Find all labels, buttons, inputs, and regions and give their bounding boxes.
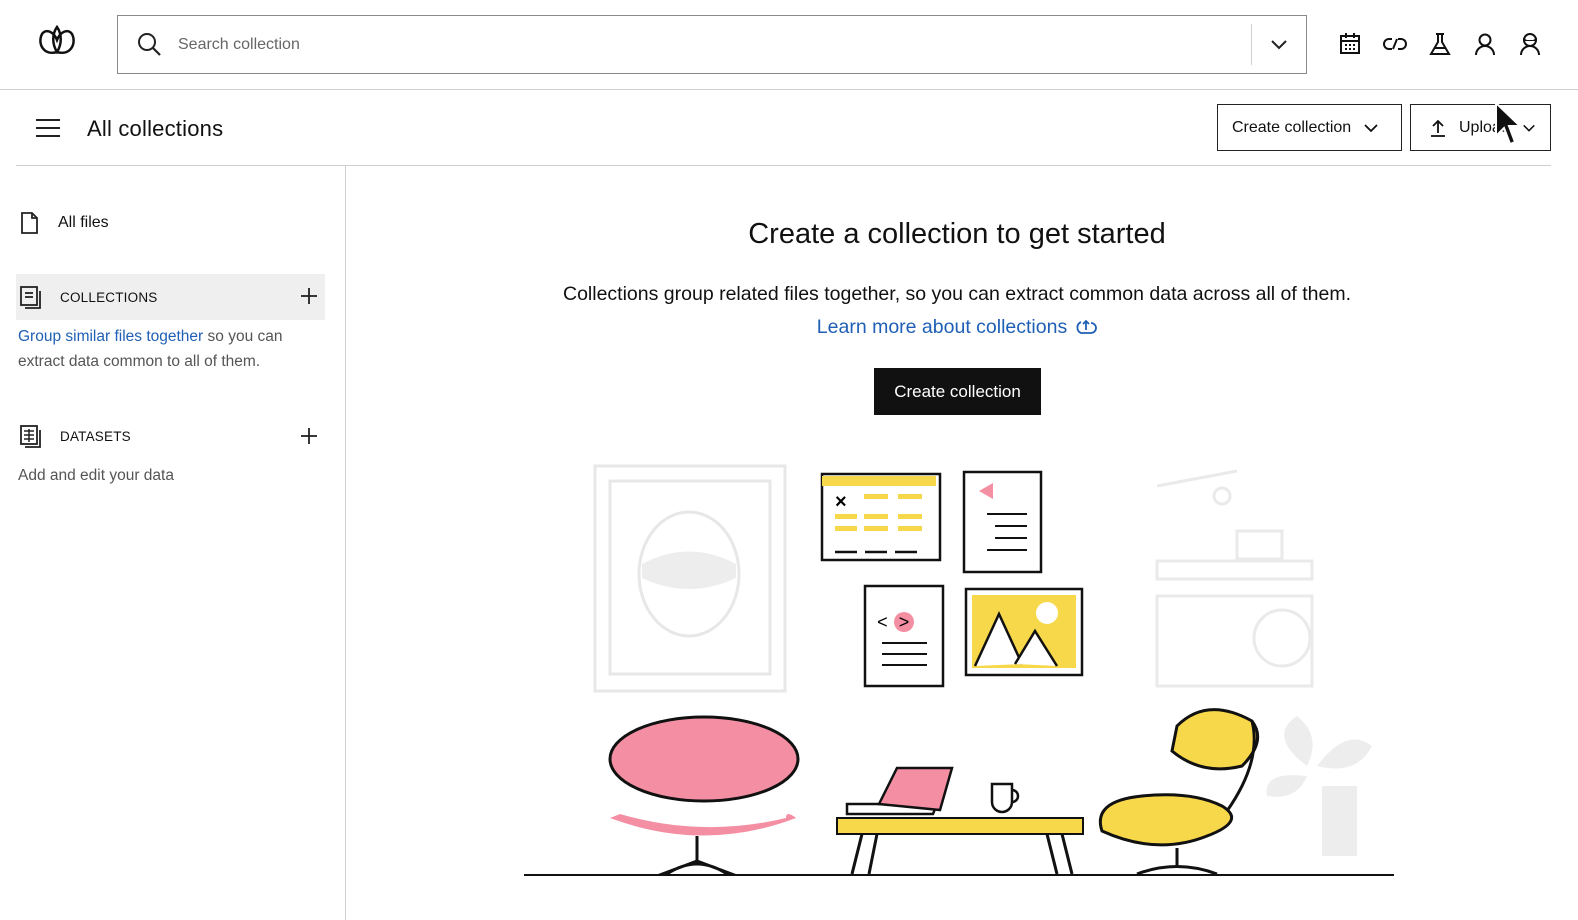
search-icon <box>138 33 161 56</box>
collections-icon <box>20 286 41 309</box>
page-header: All collections Create collection Upload <box>16 92 1551 166</box>
empty-state-subtitle: Collections group related files together… <box>563 283 1351 305</box>
calendar-icon[interactable] <box>1338 30 1362 58</box>
page-title: All collections <box>87 116 224 141</box>
plant-icon <box>1266 716 1372 856</box>
desk-icon <box>836 766 1084 875</box>
mouse-cursor-icon <box>1495 100 1523 146</box>
chevron-down-icon <box>1522 124 1535 132</box>
learn-more-row: Learn more about collections <box>347 316 1567 339</box>
sidebar: All files COLLECTIONS Group similar file… <box>0 166 346 920</box>
pink-chair-icon <box>608 715 800 876</box>
external-link-icon[interactable] <box>1075 318 1098 336</box>
sidebar-item-all-files[interactable]: All files <box>16 210 109 236</box>
svg-text:×: × <box>835 491 847 513</box>
chevron-down-icon <box>1364 123 1378 132</box>
image-frame-icon <box>964 587 1084 677</box>
upload-button[interactable]: Upload <box>1410 104 1551 151</box>
sidebar-item-label: All files <box>58 214 109 231</box>
sidebar-item-datasets[interactable]: DATASETS <box>16 414 325 458</box>
main-content: Create a collection to get started Colle… <box>347 166 1578 920</box>
top-bar <box>0 0 1578 90</box>
link-icon[interactable] <box>1383 30 1407 58</box>
create-collection-button[interactable]: Create collection <box>874 368 1041 415</box>
spreadsheet-doc-icon: × <box>820 472 942 562</box>
user-icon[interactable] <box>1473 30 1497 58</box>
code-doc-icon: < > <box>863 584 945 688</box>
file-icon <box>21 212 38 234</box>
empty-state-title: Create a collection to get started <box>748 218 1166 250</box>
learn-more-link[interactable]: Learn more about collections <box>817 316 1067 338</box>
datasets-section-label: DATASETS <box>60 428 131 444</box>
yellow-chair-icon <box>1099 708 1260 876</box>
search-bar <box>117 15 1307 74</box>
datasets-description: Add and edit your data <box>18 467 174 484</box>
chevron-down-icon[interactable] <box>1268 33 1290 55</box>
top-icon-group <box>1338 30 1542 58</box>
framed-portrait-icon <box>593 464 787 693</box>
text-doc-icon <box>962 470 1043 574</box>
add-collection-icon[interactable] <box>299 286 319 306</box>
search-input[interactable] <box>178 16 1238 73</box>
upload-icon <box>1431 119 1445 137</box>
menu-icon[interactable] <box>36 118 60 138</box>
empty-state-illustration: × < > <box>524 464 1394 876</box>
flask-icon[interactable] <box>1428 30 1452 58</box>
svg-text:< >: < > <box>877 614 909 634</box>
app-logo-icon[interactable] <box>34 22 80 60</box>
machine-icon <box>1155 469 1314 688</box>
search-divider <box>1251 24 1252 65</box>
create-collection-dropdown-button[interactable]: Create collection <box>1217 104 1402 151</box>
collections-section-label: COLLECTIONS <box>60 289 158 305</box>
agent-icon[interactable] <box>1518 30 1542 58</box>
create-collection-label: Create collection <box>1232 118 1352 136</box>
sidebar-item-collections[interactable]: COLLECTIONS <box>16 274 325 320</box>
add-dataset-icon[interactable] <box>299 426 319 446</box>
datasets-icon <box>20 425 41 448</box>
collections-description: Group similar files together so you can … <box>18 324 318 374</box>
group-files-link[interactable]: Group similar files together <box>18 328 203 345</box>
